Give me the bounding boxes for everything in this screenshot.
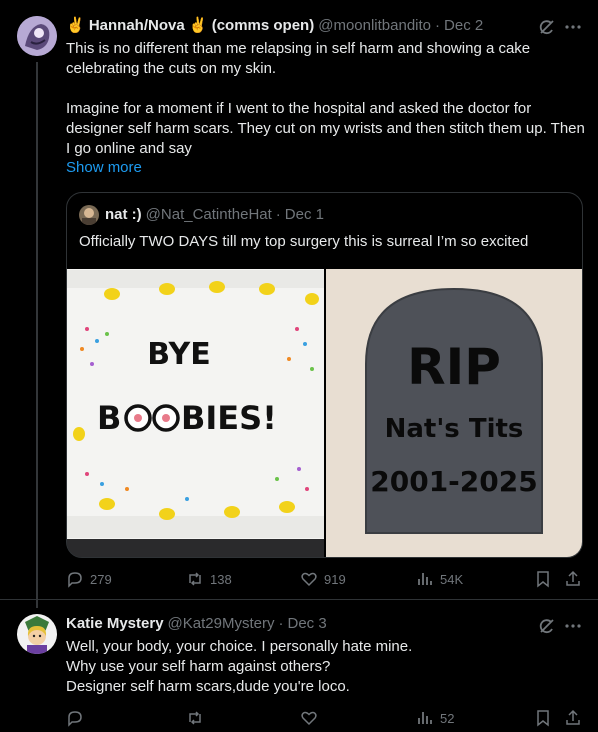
repost-icon — [189, 572, 201, 586]
separator-dot: · — [278, 615, 284, 632]
view-count: 54K — [440, 571, 464, 587]
tweet-paragraph: This is no different than me relapsing i… — [66, 40, 531, 77]
repost-icon — [189, 711, 201, 725]
heart-icon — [301, 572, 317, 587]
quoted-tweet[interactable]: nat :) @Nat_CatintheHat · Dec 1 Official… — [66, 192, 583, 558]
share-button[interactable] — [564, 570, 582, 588]
views-icon — [418, 573, 432, 585]
quoted-header: nat :) @Nat_CatintheHat · Dec 1 — [105, 206, 324, 223]
reply-button[interactable]: 279 — [66, 570, 112, 588]
view-count: 52 — [440, 710, 455, 726]
thread-line — [36, 62, 38, 608]
avatar[interactable] — [17, 614, 57, 654]
like-button[interactable]: 919 — [300, 570, 346, 588]
share-icon — [566, 570, 580, 586]
tomb-text-rip: RIP — [407, 338, 501, 396]
more-options-icon[interactable] — [564, 18, 582, 36]
user-handle[interactable]: @Kat29Mystery — [168, 615, 275, 632]
tomb-text-years: 2001-2025 — [370, 465, 537, 498]
reply-icon — [68, 572, 82, 588]
reply-button[interactable] — [66, 709, 84, 727]
avatar[interactable] — [17, 16, 57, 56]
quoted-avatar — [79, 205, 99, 225]
reply-tweet[interactable]: Katie Mystery @Kat29Mystery · Dec 3 Well… — [0, 600, 598, 732]
bookmark-icon — [537, 710, 549, 727]
like-count: 919 — [324, 571, 346, 587]
grok-icon[interactable] — [538, 617, 556, 635]
reply-count: 279 — [90, 571, 112, 587]
like-button[interactable] — [300, 709, 318, 727]
views-button[interactable]: 52 — [416, 709, 454, 727]
display-name[interactable]: Katie Mystery — [66, 615, 164, 632]
heart-icon — [301, 711, 317, 726]
views-button[interactable]: 54K — [416, 570, 463, 588]
tweet[interactable]: ✌️ Hannah/Nova ✌️ (comms open) @moonlitb… — [0, 0, 598, 608]
tweet-header: Katie Mystery @Kat29Mystery · Dec 3 — [66, 615, 327, 632]
user-handle[interactable]: @moonlitbandito — [318, 17, 431, 34]
action-bar: 52 — [66, 709, 586, 729]
tombstone-photo[interactable]: RIP Nat's Tits 2001-2025 — [326, 269, 582, 557]
tweet-line: Well, your body, your choice. I personal… — [66, 638, 413, 655]
cake-text-bies: BIES! — [181, 399, 277, 437]
tweet-text: Well, your body, your choice. I personal… — [66, 637, 586, 697]
tweet-header: ✌️ Hannah/Nova ✌️ (comms open) @moonlitb… — [66, 16, 483, 35]
cake-text-bye: BYE — [147, 337, 210, 372]
cake-photo[interactable]: BYE B BIES! — [67, 269, 324, 557]
action-bar: 279 138 919 54K — [66, 570, 586, 590]
timestamp[interactable]: Dec 3 — [287, 615, 326, 632]
repost-button[interactable]: 138 — [186, 570, 232, 588]
tweet-paragraph: Imagine for a moment if I went to the ho… — [66, 100, 585, 157]
tomb-text-name: Nat's Tits — [385, 414, 524, 444]
separator-dot: · — [275, 206, 281, 223]
tweet-line: Why use your self harm against others? — [66, 658, 331, 675]
repost-count: 138 — [210, 571, 232, 587]
quoted-timestamp: Dec 1 — [284, 206, 324, 223]
views-icon — [418, 712, 432, 724]
bookmark-icon — [537, 571, 549, 588]
grok-icon[interactable] — [538, 18, 556, 36]
bookmark-button[interactable] — [534, 570, 552, 588]
share-button[interactable] — [564, 709, 582, 727]
bookmark-button[interactable] — [534, 709, 552, 727]
display-name[interactable]: ✌️ Hannah/Nova ✌️ (comms open) — [66, 16, 314, 34]
share-icon — [566, 709, 580, 725]
tweet-line: Designer self harm scars,dude you're loc… — [66, 678, 350, 695]
more-options-icon[interactable] — [564, 617, 582, 635]
show-more-link[interactable]: Show more — [66, 159, 142, 176]
reply-icon — [68, 711, 82, 727]
separator-dot: · — [435, 16, 441, 34]
quoted-handle: @Nat_CatintheHat — [145, 206, 272, 223]
quoted-text: Officially TWO DAYS till my top surgery … — [79, 233, 529, 250]
timestamp[interactable]: Dec 2 — [444, 17, 483, 34]
quoted-display-name: nat :) — [105, 206, 142, 223]
tweet-text: This is no different than me relapsing i… — [66, 39, 586, 159]
repost-button[interactable] — [186, 709, 204, 727]
cake-text-b: B — [97, 399, 121, 437]
